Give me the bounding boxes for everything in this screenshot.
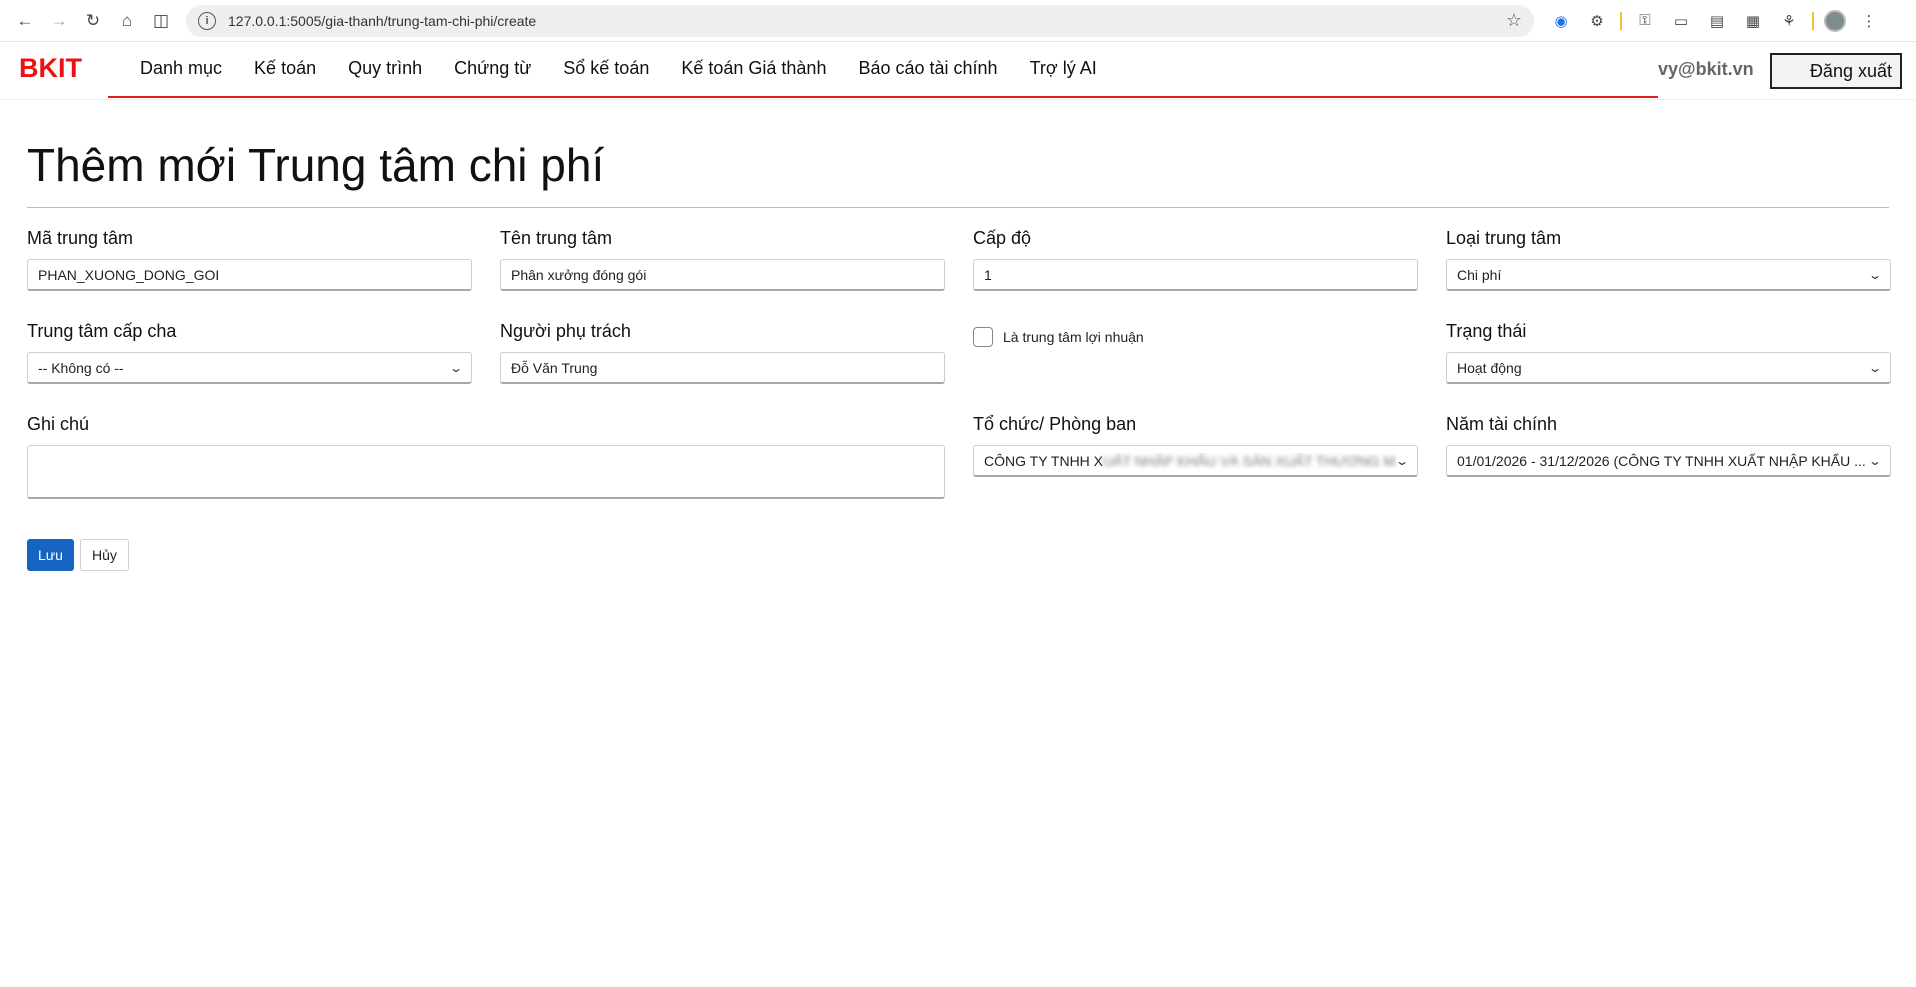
label-to-chuc: Tổ chức/ Phòng ban [973, 414, 1137, 434]
label-trang-thai: Trạng thái [1446, 321, 1527, 341]
forward-icon[interactable]: → [42, 4, 76, 38]
label-trung-tam-cap-cha: Trung tâm cấp cha [27, 321, 177, 341]
field-nguoi-phu-trach: Người phụ trách Đỗ Văn Trung [500, 321, 945, 414]
label-nguoi-phu-trach: Người phụ trách [500, 321, 631, 341]
screen-record-icon[interactable]: ◉ [1548, 8, 1574, 34]
chevron-down-icon: ⌄ [1867, 360, 1883, 375]
to-chuc-value-blurred: UẤT NHẬP KHẨU VÀ SẢN XUẤT THƯƠNG M... [1103, 452, 1397, 469]
loai-trung-tam-value: Chi phí [1457, 266, 1502, 283]
nguoi-phu-trach-input[interactable]: Đỗ Văn Trung [500, 352, 945, 384]
payment-card-icon[interactable]: ▭ [1668, 8, 1694, 34]
menu-item-danh-muc[interactable]: Danh mục [124, 42, 238, 96]
split-view-icon[interactable]: ◫ [144, 4, 178, 38]
label-ma-trung-tam: Mã trung tâm [27, 228, 134, 248]
logout-button[interactable]: Đăng xuất [1770, 53, 1902, 89]
to-chuc-value-visible: CÔNG TY TNHH X [984, 452, 1104, 469]
chevron-down-icon: ⌄ [1867, 453, 1883, 468]
loai-trung-tam-select[interactable]: Chi phí ⌄ [1446, 259, 1891, 291]
trang-thai-value: Hoạt động [1457, 359, 1522, 376]
profit-center-checkbox[interactable] [973, 327, 993, 347]
menu-item-bao-cao-tai-chinh[interactable]: Báo cáo tài chính [842, 42, 1013, 96]
toolbar-separator [1812, 11, 1814, 30]
field-cap-do: Cấp độ 1 [973, 228, 1418, 321]
label-ten-trung-tam: Tên trung tâm [500, 228, 613, 248]
cost-center-form: Mã trung tâm PHAN_XUONG_DONG_GOI Tên tru… [27, 228, 1891, 507]
field-ma-trung-tam: Mã trung tâm PHAN_XUONG_DONG_GOI [27, 228, 472, 321]
address-bar[interactable]: i 127.0.0.1:5005/gia-thanh/trung-tam-chi… [186, 4, 1534, 37]
label-cap-do: Cấp độ [973, 228, 1032, 248]
field-ten-trung-tam: Tên trung tâm Phân xưởng đóng gói [500, 228, 945, 321]
cancel-button[interactable]: Hủy [79, 539, 129, 571]
ma-trung-tam-input[interactable]: PHAN_XUONG_DONG_GOI [27, 259, 472, 291]
chevron-down-icon: ⌄ [1394, 453, 1410, 468]
menu-item-so-ke-toan[interactable]: Sổ kế toán [547, 42, 665, 96]
nam-tai-chinh-value: 01/01/2026 - 31/12/2026 (CÔNG TY TNHH XU… [1457, 452, 1866, 469]
profit-center-checkbox-row[interactable]: Là trung tâm lợi nhuận [973, 327, 1418, 347]
trang-thai-select[interactable]: Hoạt động ⌄ [1446, 352, 1891, 384]
field-trung-tam-cap-cha: Trung tâm cấp cha -- Không có -- ⌄ [27, 321, 472, 414]
trung-tam-cap-cha-value: -- Không có -- [38, 359, 124, 376]
save-button[interactable]: Lưu [27, 539, 74, 571]
menu-item-ke-toan-gia-thanh[interactable]: Kế toán Giá thành [665, 42, 842, 96]
field-loai-trung-tam: Loại trung tâm Chi phí ⌄ [1446, 228, 1891, 321]
extensions-icon[interactable]: ⚙ [1584, 8, 1610, 34]
page-title: Thêm mới Trung tâm chi phí [27, 139, 605, 191]
chevron-down-icon: ⌄ [448, 360, 464, 375]
to-chuc-select[interactable]: CÔNG TY TNHH XUẤT NHẬP KHẨU VÀ SẢN XUẤT … [973, 445, 1418, 477]
field-to-chuc: Tổ chức/ Phòng ban CÔNG TY TNHH XUẤT NHẬ… [973, 414, 1418, 507]
password-key-icon[interactable]: ⚿ [1632, 8, 1658, 34]
label-ghi-chu: Ghi chú [27, 414, 90, 434]
reading-mode-icon[interactable]: ▤ [1704, 8, 1730, 34]
page-content: Thêm mới Trung tâm chi phí Mã trung tâm … [0, 138, 1916, 571]
brand-logo[interactable]: BKIT [0, 42, 108, 84]
title-divider [27, 207, 1889, 208]
to-chuc-value: CÔNG TY TNHH XUẤT NHẬP KHẨU VÀ SẢN XUẤT … [984, 453, 1397, 469]
browser-toolbar: ← → ↻ ⌂ ◫ i 127.0.0.1:5005/gia-thanh/tru… [0, 0, 1916, 42]
site-info-icon[interactable]: i [198, 11, 216, 30]
reload-icon[interactable]: ↻ [76, 4, 110, 38]
menu-item-ke-toan[interactable]: Kế toán [238, 42, 332, 96]
profit-center-checkbox-label[interactable]: Là trung tâm lợi nhuận [1003, 329, 1144, 345]
back-icon[interactable]: ← [8, 4, 42, 38]
cap-do-input[interactable]: 1 [973, 259, 1418, 291]
trung-tam-cap-cha-select[interactable]: -- Không có -- ⌄ [27, 352, 472, 384]
field-trang-thai: Trạng thái Hoạt động ⌄ [1446, 321, 1891, 414]
form-actions: Lưu Hủy [27, 539, 1889, 571]
incognito-icon[interactable]: ⚘ [1776, 8, 1802, 34]
chevron-down-icon: ⌄ [1867, 267, 1883, 282]
ten-trung-tam-input[interactable]: Phân xưởng đóng gói [500, 259, 945, 291]
toolbar-separator [1620, 11, 1622, 30]
main-menu: Danh mục Kế toán Quy trình Chứng từ Sổ k… [108, 42, 1658, 98]
more-menu-icon[interactable]: ⋮ [1856, 8, 1882, 34]
home-icon[interactable]: ⌂ [110, 4, 144, 38]
menu-item-quy-trinh[interactable]: Quy trình [332, 42, 438, 96]
ghi-chu-textarea[interactable] [27, 445, 945, 499]
url-text[interactable]: 127.0.0.1:5005/gia-thanh/trung-tam-chi-p… [228, 13, 1506, 29]
app-navbar: BKIT Danh mục Kế toán Quy trình Chứng từ… [0, 42, 1916, 100]
user-email: vy@bkit.vn [1658, 59, 1754, 79]
profile-avatar[interactable] [1824, 9, 1846, 32]
label-nam-tai-chinh: Năm tài chính [1446, 414, 1558, 434]
field-nam-tai-chinh: Năm tài chính 01/01/2026 - 31/12/2026 (C… [1446, 414, 1891, 507]
menu-item-chung-tu[interactable]: Chứng từ [438, 42, 547, 96]
label-loai-trung-tam: Loại trung tâm [1446, 228, 1562, 248]
tab-layout-icon[interactable]: ▦ [1740, 8, 1766, 34]
field-ghi-chu: Ghi chú [27, 414, 945, 507]
nam-tai-chinh-select[interactable]: 01/01/2026 - 31/12/2026 (CÔNG TY TNHH XU… [1446, 445, 1891, 477]
menu-item-tro-ly-ai[interactable]: Trợ lý AI [1014, 42, 1113, 96]
field-la-trung-tam-loi-nhuan: Là trung tâm lợi nhuận [973, 321, 1418, 414]
bookmark-star-icon[interactable]: ☆ [1506, 10, 1522, 31]
